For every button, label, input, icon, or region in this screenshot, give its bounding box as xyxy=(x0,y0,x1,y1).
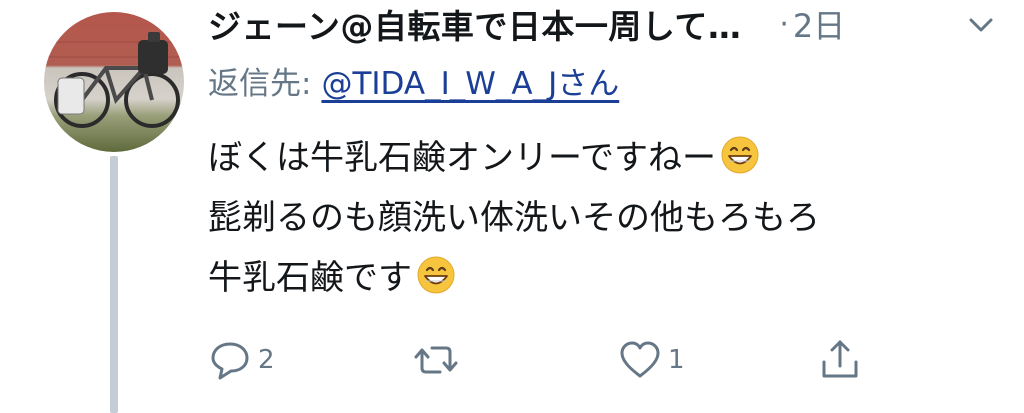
tweet-line: ぼくは牛乳石鹸オンリーですねー xyxy=(208,128,1008,188)
tweet-line: 髭剃るのも顔洗い体洗いその他もろもろ xyxy=(208,188,1008,248)
retweet-icon xyxy=(413,338,459,382)
display-name[interactable]: ジェーン@自転車で日本一周して… xyxy=(208,0,741,48)
tweet-text: ぼくは牛乳石鹸オンリーですねー 髭剃るのも顔洗い体洗いその他もろもろ 牛乳石鹸で… xyxy=(208,128,1008,308)
thread-line xyxy=(110,156,118,413)
like-button[interactable]: 1 xyxy=(618,335,685,385)
grinning-face-emoji-icon xyxy=(416,255,456,295)
tweet-header: ジェーン@自転車で日本一周して… · 2日 xyxy=(208,2,998,46)
heart-icon xyxy=(618,338,662,382)
reply-prefix: 返信先: xyxy=(208,66,312,102)
grinning-face-emoji-icon xyxy=(720,135,760,175)
share-icon xyxy=(818,338,862,382)
tweet-line-3: 牛乳石鹸です xyxy=(208,258,412,298)
tweet-line: 牛乳石鹸です xyxy=(208,248,1008,308)
tweet-line-1: ぼくは牛乳石鹸オンリーですねー xyxy=(208,138,716,178)
share-button[interactable] xyxy=(818,335,862,385)
avatar[interactable] xyxy=(44,12,184,152)
timestamp[interactable]: 2日 xyxy=(793,1,845,47)
reply-button[interactable]: 2 xyxy=(208,335,275,385)
retweet-button[interactable] xyxy=(413,335,465,385)
time-separator: · xyxy=(779,6,789,42)
chevron-down-icon[interactable] xyxy=(964,10,998,40)
tweet-actions: 2 1 xyxy=(208,335,1008,385)
speech-bubble-icon xyxy=(208,338,252,382)
reply-handle-link[interactable]: @TIDA_I_W_A_Jさん xyxy=(321,66,619,102)
reply-count: 2 xyxy=(258,345,275,375)
tweet-line-2: 髭剃るのも顔洗い体洗いその他もろもろ xyxy=(208,198,820,238)
bicycle-photo-icon xyxy=(44,32,184,128)
like-count: 1 xyxy=(668,345,685,375)
reply-context: 返信先: @TIDA_I_W_A_Jさん xyxy=(208,58,619,103)
